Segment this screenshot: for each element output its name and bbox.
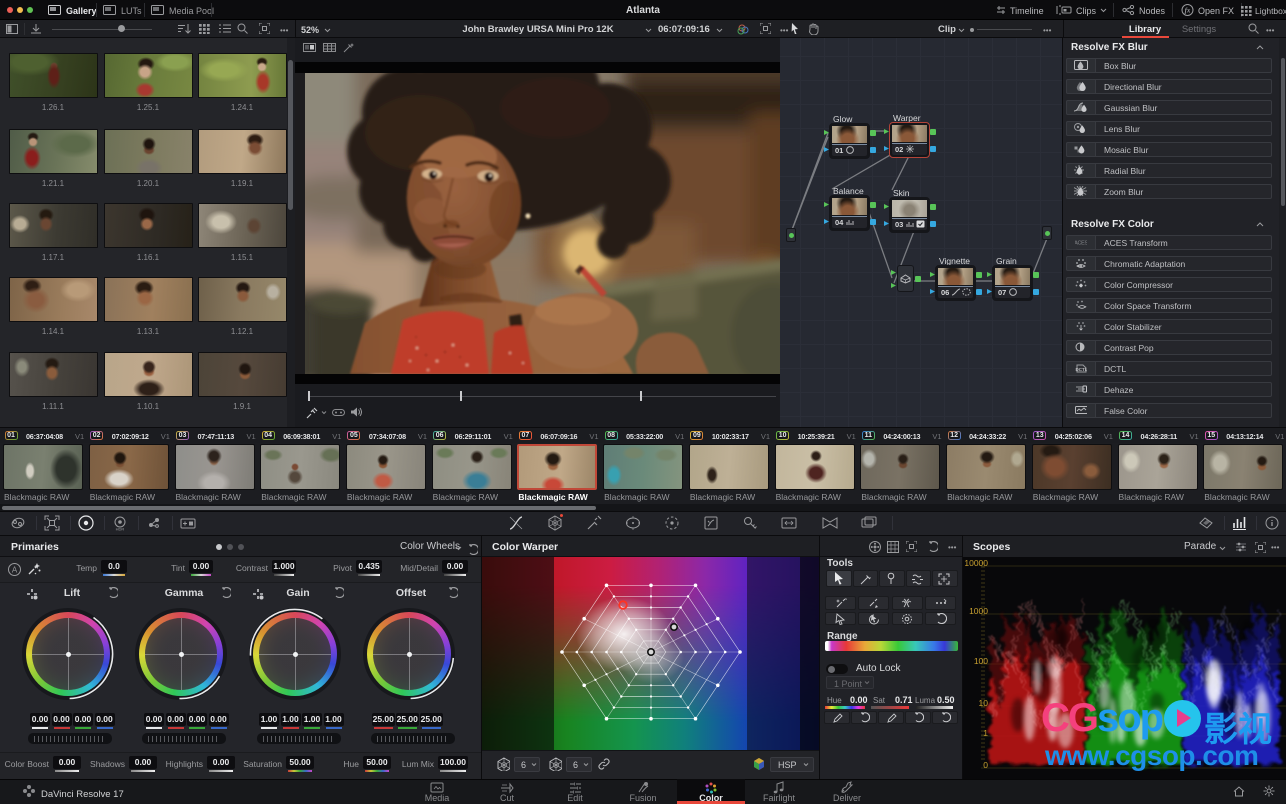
svg-text:HDR: HDR (116, 527, 125, 532)
svg-text:A: A (12, 566, 18, 575)
svg-text:ACES: ACES (1075, 241, 1087, 247)
svg-text:DCTL: DCTL (1076, 367, 1088, 372)
svg-text:fx: fx (1185, 7, 1191, 15)
